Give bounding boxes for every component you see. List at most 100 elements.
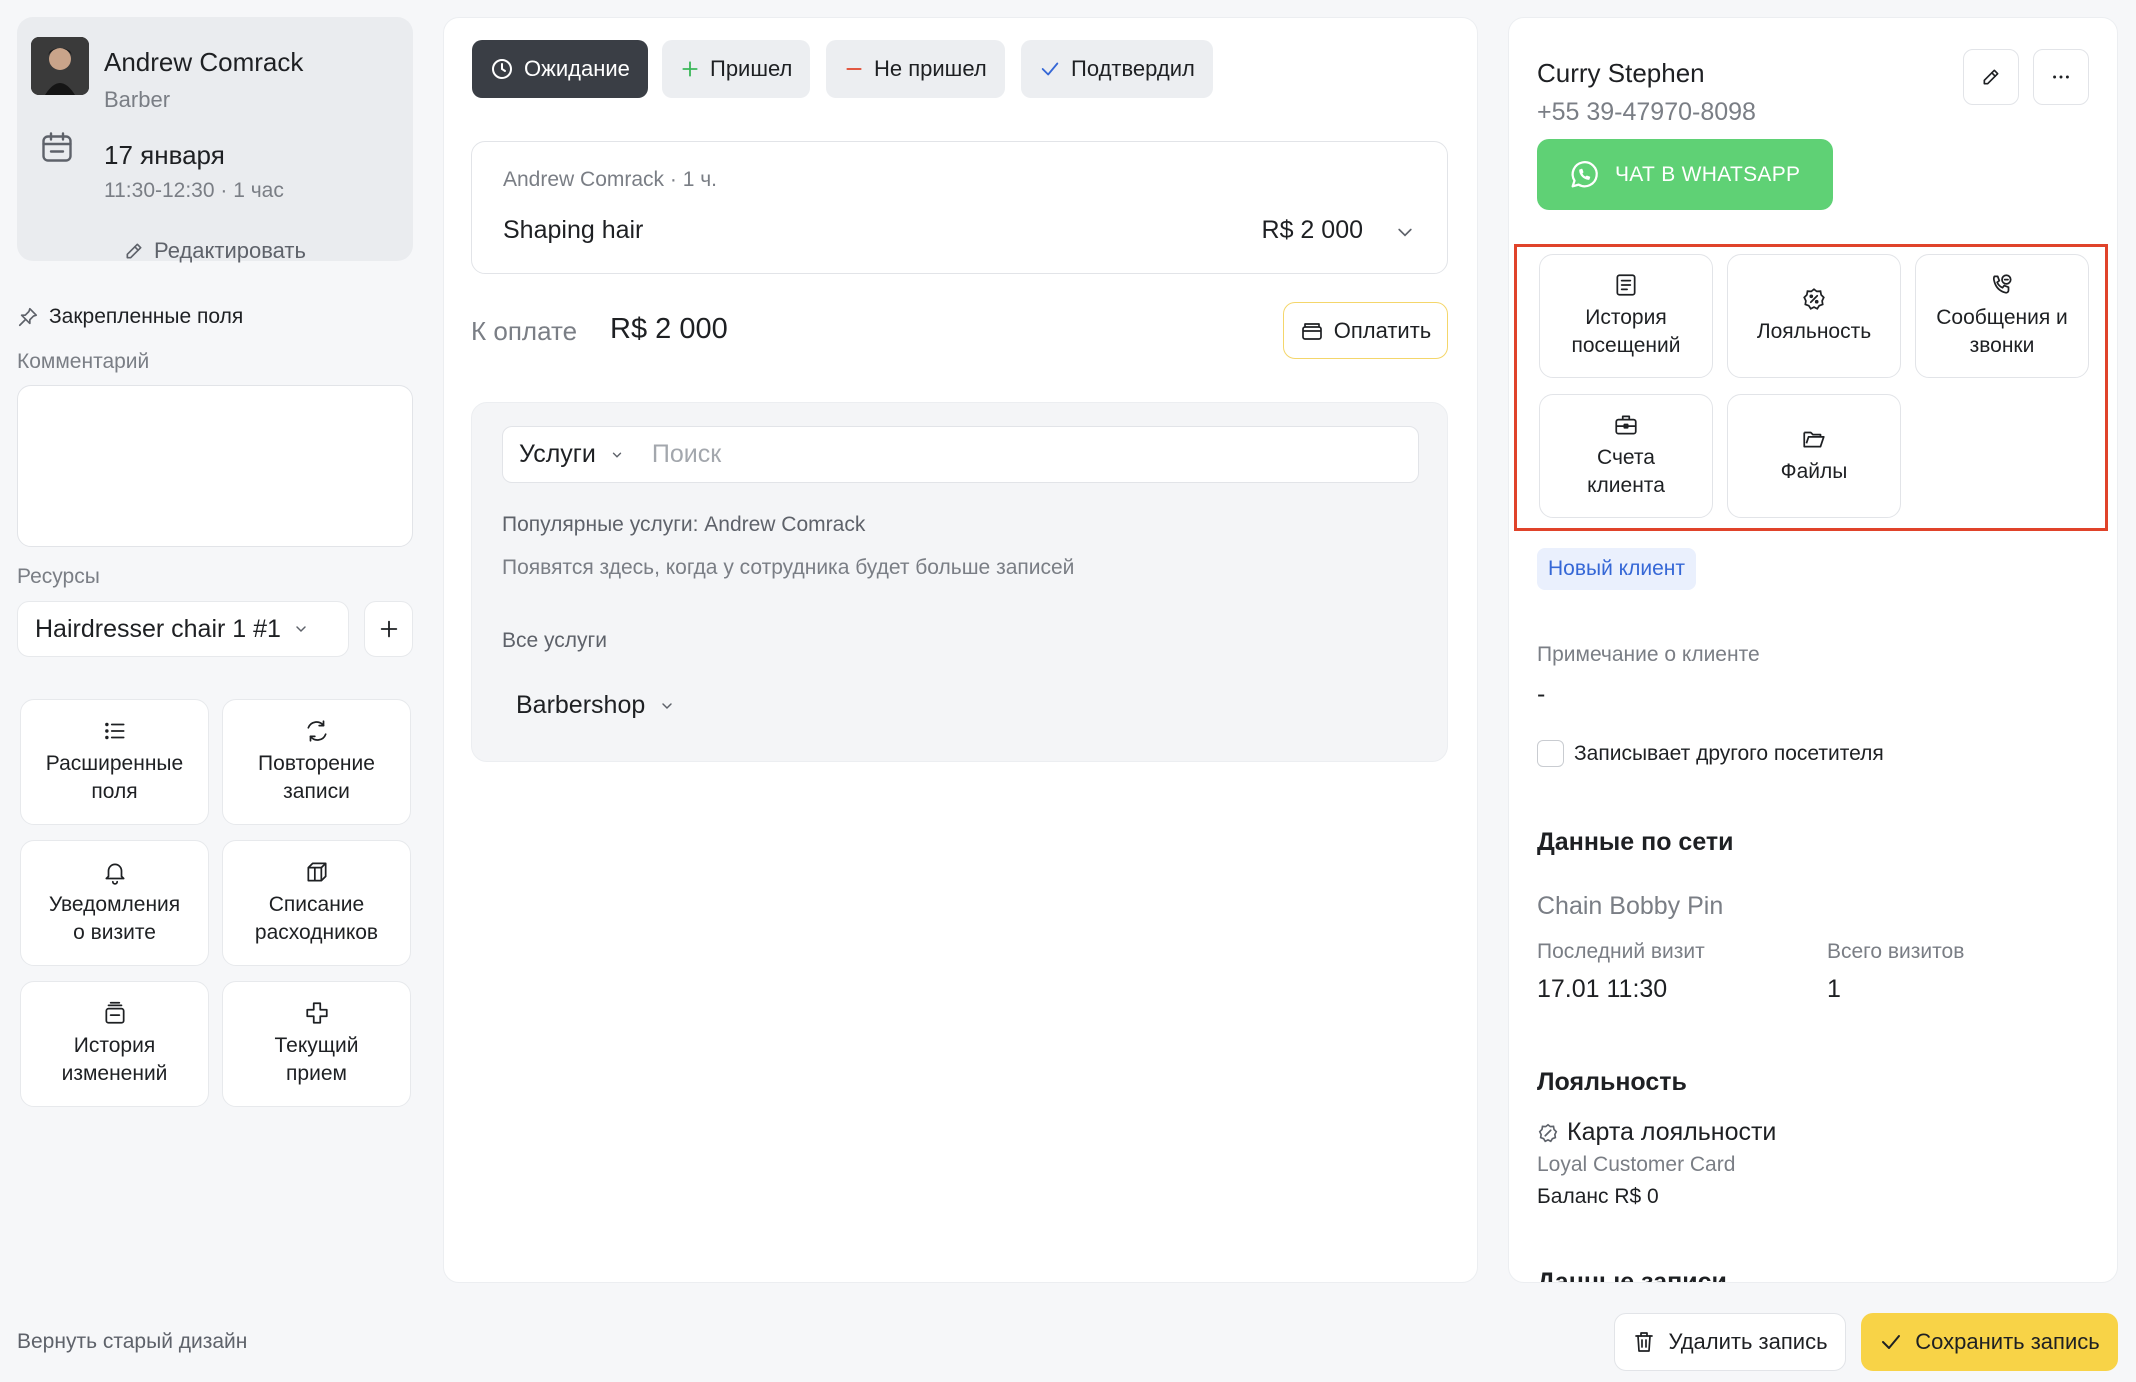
comment-label: Комментарий xyxy=(17,350,150,373)
chevron-down-icon[interactable] xyxy=(1395,222,1415,242)
pay-button[interactable]: Оплатить xyxy=(1283,302,1448,359)
loyalty-icon xyxy=(1537,1122,1559,1144)
repeat-icon xyxy=(304,718,330,744)
loyalty-card-name: Loyal Customer Card xyxy=(1537,1153,1736,1176)
services-search-input[interactable] xyxy=(651,440,1352,469)
status-no-show-button[interactable]: Не пришел xyxy=(826,40,1005,98)
files-tile[interactable]: Файлы xyxy=(1727,394,1901,518)
all-services-title: Все услуги xyxy=(502,629,607,652)
resource-value: Hairdresser chair 1 #1 xyxy=(35,614,281,643)
comment-input[interactable] xyxy=(17,385,413,547)
change-history-tile[interactable]: История изменений xyxy=(20,981,209,1107)
new-client-badge: Новый клиент xyxy=(1537,548,1696,590)
service-name: Shaping hair xyxy=(503,216,644,244)
other-visitor-checkbox[interactable] xyxy=(1537,740,1564,767)
box-icon xyxy=(304,859,330,885)
check-icon xyxy=(1879,1330,1903,1354)
edit-client-button[interactable] xyxy=(1963,49,2019,105)
resource-select[interactable]: Hairdresser chair 1 #1 xyxy=(17,601,349,657)
delete-appointment-button[interactable]: Удалить запись xyxy=(1614,1313,1846,1371)
record-data-title: Данные записи xyxy=(1537,1268,1727,1283)
loyalty-card-title[interactable]: Карта лояльности xyxy=(1537,1118,1776,1147)
bell-icon xyxy=(102,859,128,885)
chevron-down-icon xyxy=(293,621,309,637)
staff-card: Andrew Comrack Barber 17 января 11:30-12… xyxy=(17,17,413,263)
client-accounts-tile[interactable]: Счета клиента xyxy=(1539,394,1713,518)
total-visits-label: Всего визитов xyxy=(1827,940,1965,963)
resources-label: Ресурсы xyxy=(17,565,100,588)
restore-old-design-link[interactable]: Вернуть старый дизайн xyxy=(17,1330,247,1354)
minus-icon xyxy=(844,59,864,79)
client-note-label: Примечание о клиенте xyxy=(1537,643,1760,666)
pencil-icon xyxy=(124,241,144,261)
category-barbershop[interactable]: Barbershop xyxy=(516,691,675,720)
pinned-fields-title: Закрепленные поля xyxy=(17,305,243,329)
medical-cross-icon xyxy=(304,1000,330,1026)
appointment-time: 11:30-12:30 · 1 час xyxy=(104,179,284,202)
clock-icon xyxy=(490,57,514,81)
edit-appointment-button[interactable]: Редактировать xyxy=(17,236,413,266)
service-meta: Andrew Comrack · 1 ч. xyxy=(503,168,717,191)
pencil-icon xyxy=(1981,67,2001,87)
payment-amount: R$ 2 000 xyxy=(610,313,728,345)
visit-history-icon xyxy=(1613,272,1639,298)
services-type-dropdown[interactable]: Услуги xyxy=(519,440,624,469)
services-picker: Услуги Популярные услуги: Andrew Comrack… xyxy=(471,402,1448,762)
chevron-down-icon xyxy=(659,698,675,714)
calendar-icon xyxy=(39,129,75,165)
current-appointment-tile[interactable]: Текущий прием xyxy=(222,981,411,1107)
other-visitor-checkbox-row[interactable]: Записывает другого посетителя xyxy=(1537,740,1884,767)
whatsapp-icon xyxy=(1567,158,1601,192)
chain-name: Chain Bobby Pin xyxy=(1537,892,1724,920)
staff-name: Andrew Comrack xyxy=(104,47,304,77)
briefcase-icon xyxy=(1613,412,1639,438)
list-icon xyxy=(102,718,128,744)
status-waiting-button[interactable]: Ожидание xyxy=(472,40,648,98)
extended-fields-tile[interactable]: Расширенные поля xyxy=(20,699,209,825)
service-price: R$ 2 000 xyxy=(1261,216,1363,244)
status-arrived-button[interactable]: Пришел xyxy=(662,40,811,98)
pin-icon xyxy=(17,306,39,328)
whatsapp-chat-button[interactable]: ЧАТ В WHATSAPP xyxy=(1537,139,1833,210)
history-icon xyxy=(102,1000,128,1026)
repeat-appointment-tile[interactable]: Повторение записи xyxy=(222,699,411,825)
last-visit-label: Последний визит xyxy=(1537,940,1705,963)
visit-notifications-tile[interactable]: Уведомления о визите xyxy=(20,840,209,966)
client-name: Curry Stephen xyxy=(1537,58,1705,88)
service-card[interactable]: Andrew Comrack · 1 ч. Shaping hair R$ 2 … xyxy=(471,141,1448,274)
messages-calls-tile[interactable]: Сообщения и звонки xyxy=(1915,254,2089,378)
chevron-down-icon xyxy=(610,448,624,462)
plus-icon xyxy=(680,59,700,79)
wallet-icon xyxy=(1300,319,1324,343)
visit-history-tile[interactable]: История посещений xyxy=(1539,254,1713,378)
consumables-writeoff-tile[interactable]: Списание расходников xyxy=(222,840,411,966)
loyalty-icon xyxy=(1801,286,1827,312)
save-appointment-button[interactable]: Сохранить запись xyxy=(1861,1313,2118,1371)
check-icon xyxy=(1039,58,1061,80)
status-confirmed-button[interactable]: Подтвердил xyxy=(1021,40,1213,98)
services-search-bar: Услуги xyxy=(502,426,1419,483)
staff-role: Barber xyxy=(104,87,171,112)
folder-icon xyxy=(1801,426,1827,452)
total-visits-value: 1 xyxy=(1827,975,1841,1003)
more-options-button[interactable] xyxy=(2033,49,2089,105)
client-note-value[interactable]: - xyxy=(1537,680,1545,709)
appointment-date: 17 января xyxy=(104,140,225,170)
loyalty-tile[interactable]: Лояльность xyxy=(1727,254,1901,378)
avatar xyxy=(31,37,89,95)
ellipsis-icon xyxy=(2050,66,2072,88)
popular-services-hint: Появятся здесь, когда у сотрудника будет… xyxy=(502,556,1075,579)
plus-icon xyxy=(378,618,400,640)
payment-label: К оплате xyxy=(471,316,578,346)
phone-message-icon xyxy=(1989,272,2015,298)
last-visit-value: 17.01 11:30 xyxy=(1537,975,1668,1003)
popular-services-title: Популярные услуги: Andrew Comrack xyxy=(502,513,866,536)
client-phone[interactable]: +55 39-47970-8098 xyxy=(1537,98,1756,127)
trash-icon xyxy=(1632,1330,1656,1354)
loyalty-title: Лояльность xyxy=(1537,1068,1687,1096)
edit-label: Редактировать xyxy=(154,238,306,263)
network-data-title: Данные по сети xyxy=(1537,828,1734,856)
client-panel: Curry Stephen +55 39-47970-8098 ЧАТ В WH… xyxy=(1508,17,2118,1283)
add-resource-button[interactable] xyxy=(364,601,413,657)
loyalty-balance: Баланс R$ 0 xyxy=(1537,1185,1659,1208)
